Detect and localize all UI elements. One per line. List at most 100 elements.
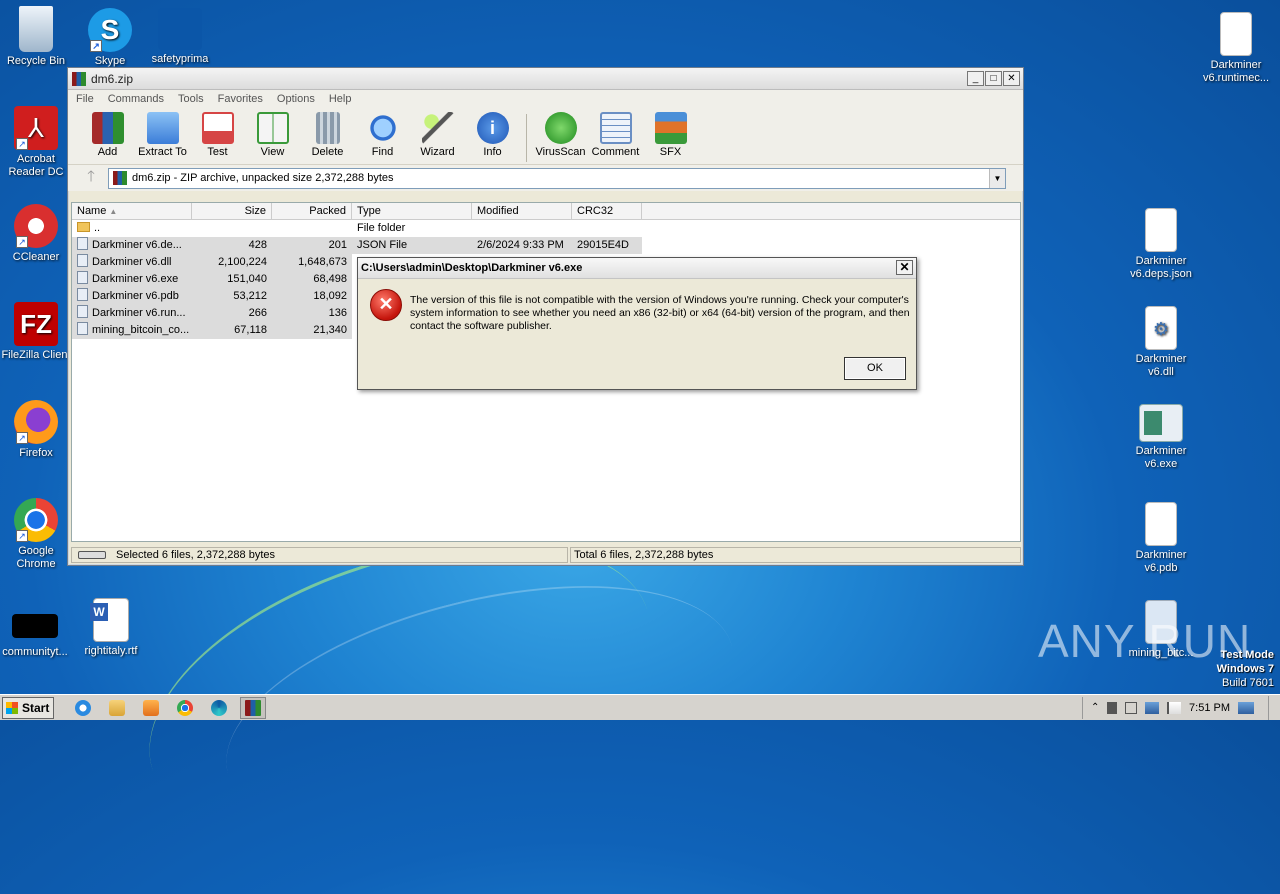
- toolbar-wizard-button[interactable]: Wizard: [410, 112, 465, 158]
- file-icon: [77, 237, 88, 250]
- taskbar-winrar[interactable]: [240, 696, 266, 719]
- column-header-size[interactable]: Size: [192, 203, 272, 219]
- network-icon[interactable]: [1145, 701, 1160, 714]
- desktop-icon-filezilla[interactable]: FZ FileZilla Client: [0, 302, 74, 362]
- menu-help[interactable]: Help: [329, 93, 352, 105]
- ie-icon: [75, 699, 91, 716]
- toolbar-comment-button[interactable]: Comment: [588, 112, 643, 158]
- up-folder-button[interactable]: 🡑: [74, 166, 108, 191]
- dialog-message: The version of this file is not compatib…: [410, 294, 910, 332]
- menu-commands[interactable]: Commands: [108, 93, 164, 105]
- desktop-icon-darkminer-exe[interactable]: Darkminer v6.exe: [1123, 404, 1199, 471]
- address-row: 🡑 dm6.zip - ZIP archive, unpacked size 2…: [68, 165, 1023, 191]
- toolbar-delete-button[interactable]: Delete: [300, 112, 355, 158]
- toolbar-info-button[interactable]: i Info: [465, 112, 520, 158]
- minimize-button[interactable]: _: [967, 71, 984, 86]
- exe-icon: [77, 271, 88, 284]
- desktop-icon-ccleaner[interactable]: ↗ CCleaner: [0, 204, 74, 264]
- desktop-icon-safetyprima[interactable]: safetyprima: [142, 8, 218, 66]
- cell-size: 151,040: [192, 271, 272, 288]
- ok-button[interactable]: OK: [844, 357, 906, 380]
- tray-expand-icon[interactable]: ⌃: [1091, 702, 1099, 714]
- menu-favorites[interactable]: Favorites: [218, 93, 263, 105]
- desktop-icon-darkminer-deps[interactable]: Darkminer v6.deps.json: [1123, 208, 1199, 281]
- toolbar-add-button[interactable]: Add: [80, 112, 135, 158]
- taskbar-media-player[interactable]: [138, 697, 164, 719]
- toolbar-test-button[interactable]: Test: [190, 112, 245, 158]
- column-header-name[interactable]: Name ▲: [72, 203, 192, 219]
- dialog-titlebar[interactable]: C:\Users\admin\Desktop\Darkminer v6.exe …: [358, 258, 916, 279]
- toolbar-extract-button[interactable]: Extract To: [135, 112, 190, 158]
- toolbar-view-button[interactable]: View: [245, 112, 300, 158]
- column-header-crc32[interactable]: CRC32: [572, 203, 642, 219]
- taskbar-edge[interactable]: [206, 697, 232, 719]
- chrome-icon: ↗: [14, 498, 58, 542]
- toolbar-label: SFX: [659, 146, 682, 158]
- action-center-icon[interactable]: [1238, 701, 1254, 714]
- desktop-icon-recycle-bin[interactable]: Recycle Bin: [0, 6, 74, 68]
- table-row[interactable]: .. File folder: [72, 220, 1020, 237]
- desktop-icon-skype[interactable]: S ↗ Skype: [72, 8, 148, 68]
- volume-icon[interactable]: [1107, 701, 1118, 714]
- taskbar-chrome[interactable]: [172, 697, 198, 719]
- edge-icon: [211, 699, 227, 716]
- toolbar-label: VirusScan: [535, 146, 586, 158]
- toolbar: Add Extract To Test View Delete Find Wiz…: [68, 108, 1023, 165]
- chrome-icon: [177, 699, 193, 716]
- desktop-icon-darkminer-dll[interactable]: ⚙ Darkminer v6.dll: [1123, 306, 1199, 379]
- cell-name-text: Darkminer v6.run...: [92, 307, 186, 319]
- desktop-icon-firefox[interactable]: ↗ Firefox: [0, 400, 74, 460]
- desktop-icon-label: Firefox: [19, 447, 53, 459]
- desktop-icon-darkminer-runtimeconfig[interactable]: Darkminer v6.runtimec...: [1198, 12, 1274, 85]
- cell-packed: 21,340: [272, 322, 352, 339]
- file-icon: [1220, 12, 1252, 56]
- desktop-icon-acrobat[interactable]: ⅄ ↗ Acrobat Reader DC: [0, 106, 74, 179]
- maximize-button[interactable]: □: [985, 71, 1002, 86]
- toolbar-find-button[interactable]: Find: [355, 112, 410, 158]
- show-desktop-button[interactable]: [1268, 695, 1280, 720]
- cell-name: Darkminer v6.run...: [72, 305, 192, 322]
- window-titlebar[interactable]: dm6.zip _ □ ✕: [68, 68, 1023, 90]
- menu-options[interactable]: Options: [277, 93, 315, 105]
- dialog-close-button[interactable]: ✕: [896, 260, 913, 275]
- taskbar-ie[interactable]: [70, 697, 96, 719]
- flag-icon[interactable]: [1167, 701, 1182, 714]
- file-icon: [12, 614, 58, 638]
- desktop-icon-rightitaly[interactable]: W rightitaly.rtf: [73, 598, 149, 658]
- cell-packed: 136: [272, 305, 352, 322]
- menu-file[interactable]: File: [76, 93, 94, 105]
- cell-name: Darkminer v6.de...: [72, 237, 192, 254]
- column-header-modified[interactable]: Modified: [472, 203, 572, 219]
- list-header: Name ▲ Size Packed Type Modified CRC32: [72, 203, 1020, 220]
- battery-icon[interactable]: [1125, 701, 1138, 714]
- toolbar-virusscan-button[interactable]: VirusScan: [533, 112, 588, 158]
- toolbar-sfx-button[interactable]: SFX: [643, 112, 698, 158]
- desktop-icon-communityt[interactable]: communityt...: [0, 614, 73, 659]
- test-mode-line: Test Mode: [1220, 649, 1274, 661]
- chevron-down-icon[interactable]: ▼: [989, 168, 1005, 188]
- clock[interactable]: 7:51 PM: [1189, 702, 1230, 714]
- cell-packed: 18,092: [272, 288, 352, 305]
- cell-size: 67,118: [192, 322, 272, 339]
- taskbar-explorer[interactable]: [104, 697, 130, 719]
- toolbar-label: View: [260, 146, 285, 158]
- desktop-icon-chrome[interactable]: ↗ Google Chrome: [0, 498, 74, 571]
- desktop-icon-label: Darkminer v6.deps.json: [1130, 255, 1192, 280]
- desktop-icon-darkminer-pdb[interactable]: Darkminer v6.pdb: [1123, 502, 1199, 575]
- ccleaner-icon: ↗: [14, 204, 58, 248]
- column-header-packed[interactable]: Packed: [272, 203, 352, 219]
- cell-crc: 29015E4D: [572, 237, 642, 254]
- start-button[interactable]: Start: [2, 696, 54, 719]
- menu-tools[interactable]: Tools: [178, 93, 204, 105]
- cell-packed: [272, 220, 352, 237]
- address-combobox[interactable]: dm6.zip - ZIP archive, unpacked size 2,3…: [108, 167, 1006, 189]
- drive-icon[interactable]: [78, 551, 106, 559]
- error-dialog[interactable]: C:\Users\admin\Desktop\Darkminer v6.exe …: [357, 257, 917, 390]
- cell-size: 53,212: [192, 288, 272, 305]
- close-button[interactable]: ✕: [1003, 71, 1020, 86]
- cell-name-text: Darkminer v6.dll: [92, 256, 172, 268]
- desktop-icon-label: Acrobat Reader DC: [8, 153, 64, 178]
- column-header-type[interactable]: Type: [352, 203, 472, 219]
- table-row[interactable]: Darkminer v6.de... 428 201 JSON File 2/6…: [72, 237, 1020, 254]
- cell-packed: 1,648,673: [272, 254, 352, 271]
